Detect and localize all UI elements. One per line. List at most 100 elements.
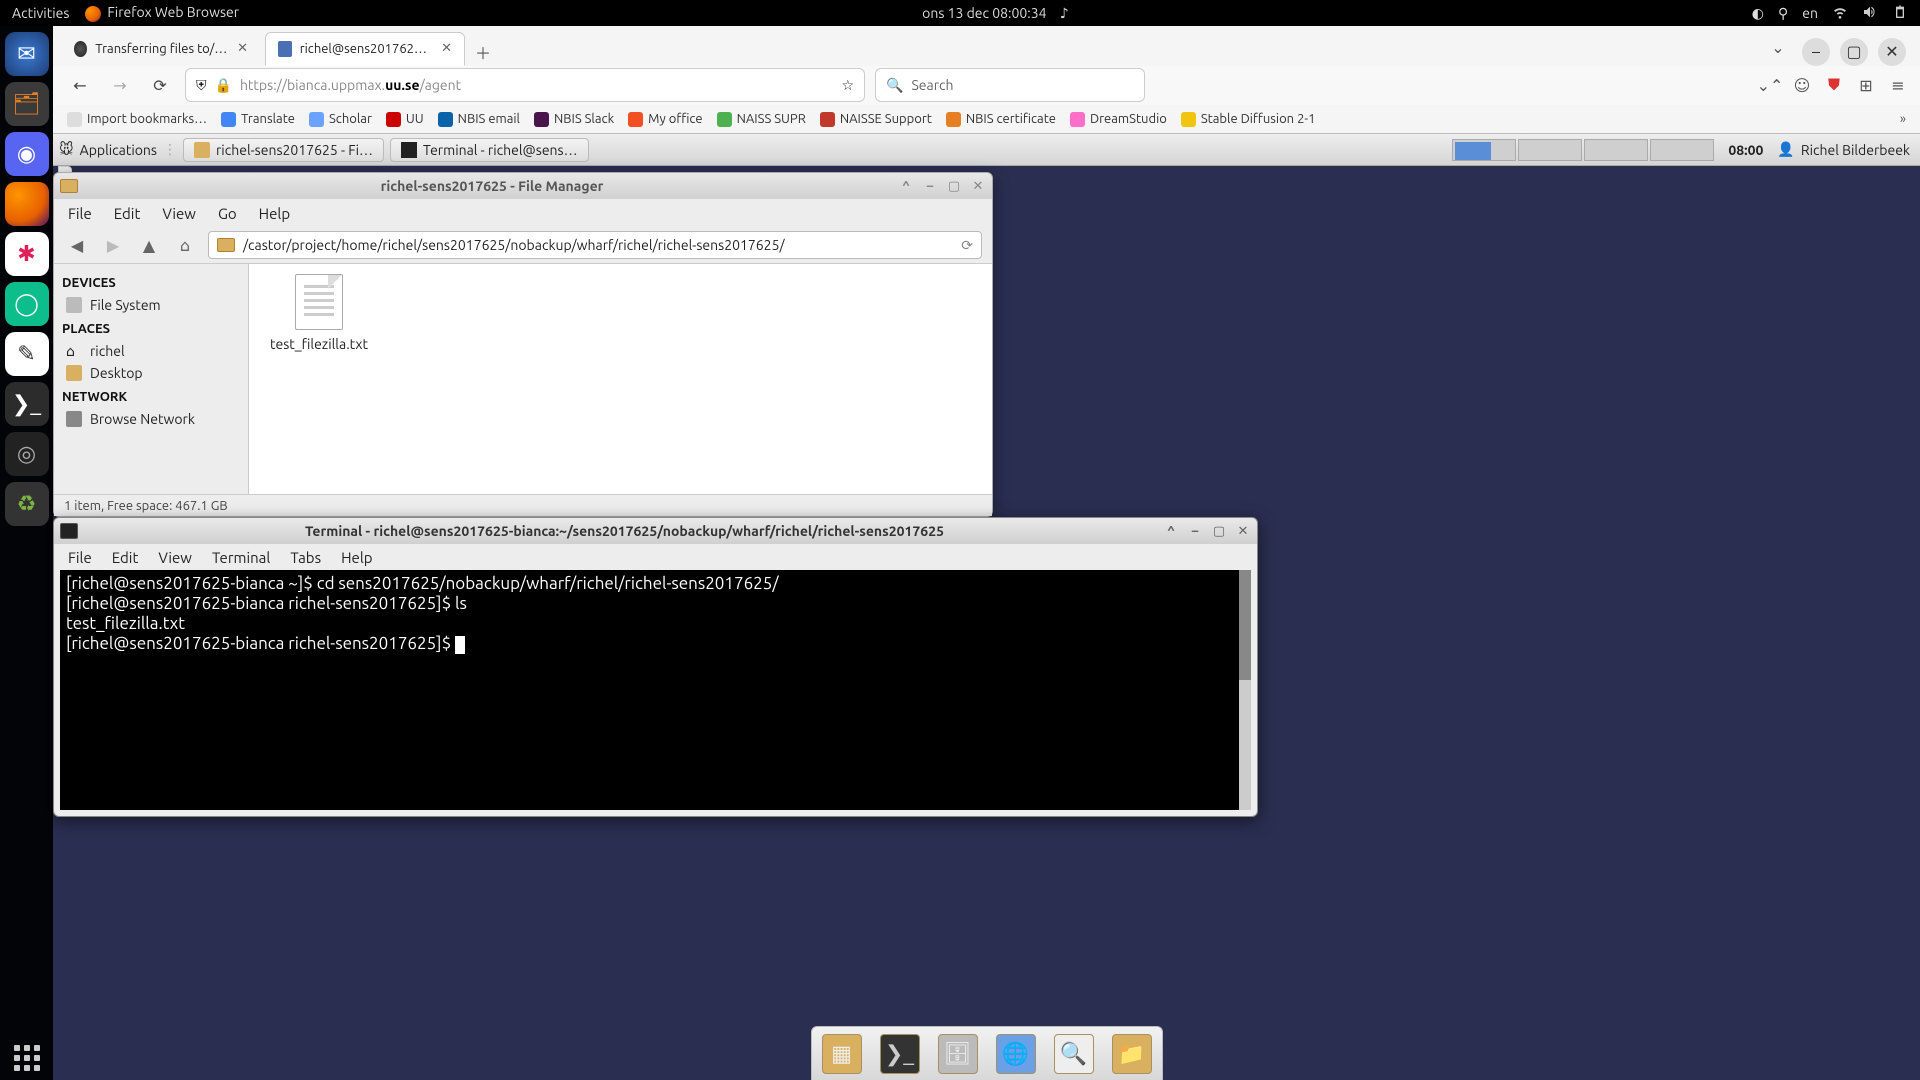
account-icon[interactable]: ☺ bbox=[1792, 75, 1812, 95]
menu-help[interactable]: Help bbox=[259, 205, 290, 222]
bm-naisssupr[interactable]: NAISS SUPR bbox=[717, 112, 806, 127]
clock[interactable]: ons 13 dec 08:00:34 bbox=[922, 5, 1046, 21]
bdock-desktop-icon[interactable]: ▦ bbox=[822, 1034, 862, 1074]
wifi-icon[interactable] bbox=[1832, 4, 1848, 23]
dock-discord-icon[interactable]: ◉ bbox=[5, 132, 49, 176]
file-item[interactable]: test_filezilla.txt bbox=[259, 274, 379, 352]
nav-up-icon[interactable]: ▲ bbox=[136, 232, 162, 258]
side-desktop[interactable]: Desktop bbox=[62, 362, 240, 384]
ublock-icon[interactable]: ⛊ bbox=[1824, 75, 1844, 95]
maximize-button[interactable]: ▢ bbox=[946, 178, 962, 194]
user-name[interactable]: Richel Bilderbeek bbox=[1801, 142, 1910, 158]
bm-dreamstudio[interactable]: DreamStudio bbox=[1070, 112, 1167, 127]
menu-file[interactable]: File bbox=[68, 205, 92, 222]
bm-stablediffusion[interactable]: Stable Diffusion 2-1 bbox=[1181, 112, 1316, 127]
notification-bell-icon[interactable]: ♪ bbox=[1060, 5, 1069, 21]
bdock-home-icon[interactable]: 📁 bbox=[1112, 1034, 1152, 1074]
bm-myoffice[interactable]: My office bbox=[628, 112, 702, 127]
minimize-button[interactable]: – bbox=[922, 178, 938, 194]
activities-button[interactable]: Activities bbox=[12, 5, 69, 21]
dock-texteditor-icon[interactable]: ✎ bbox=[5, 332, 49, 376]
bm-translate[interactable]: Translate bbox=[221, 112, 295, 127]
bdock-browser-icon[interactable]: 🌐 bbox=[996, 1034, 1036, 1074]
new-tab-button[interactable]: ＋ bbox=[469, 38, 497, 66]
shield-icon[interactable]: ⛨ bbox=[196, 77, 207, 94]
close-button[interactable]: ✕ bbox=[970, 178, 986, 194]
bm-nbisslack[interactable]: NBIS Slack bbox=[534, 112, 614, 127]
keep-above-icon[interactable]: ^ bbox=[1163, 523, 1179, 539]
workspace-4[interactable] bbox=[1650, 139, 1714, 161]
menu-help[interactable]: Help bbox=[341, 549, 372, 566]
bm-naissesupport[interactable]: NAISSE Support bbox=[820, 112, 932, 127]
url-bar[interactable]: ⛨ 🔒 https://bianca.uppmax.uu.se/agent ☆ bbox=[185, 68, 865, 102]
dock-trash-icon[interactable]: ♻ bbox=[5, 482, 49, 526]
battery-icon[interactable] bbox=[1892, 4, 1908, 23]
back-button[interactable]: ← bbox=[65, 70, 95, 100]
lock-icon[interactable]: 🔒 bbox=[215, 77, 232, 94]
term-titlebar[interactable]: Terminal - richel@sens2017625-bianca:~/s… bbox=[54, 518, 1257, 544]
workspace-switcher[interactable] bbox=[1452, 139, 1714, 161]
side-browse-network[interactable]: Browse Network bbox=[62, 408, 240, 430]
keyboard-lang[interactable]: en bbox=[1802, 5, 1818, 21]
side-filesystem[interactable]: File System bbox=[62, 294, 240, 316]
close-button[interactable]: ✕ bbox=[1878, 38, 1906, 66]
dock-thunderbird-icon[interactable]: ✉ bbox=[5, 32, 49, 76]
dock-slack-icon[interactable]: ✱ bbox=[5, 232, 49, 276]
applications-menu[interactable]: Applications bbox=[80, 142, 157, 158]
path-bar[interactable]: /castor/project/home/richel/sens2017625/… bbox=[208, 231, 982, 259]
minimize-button[interactable]: – bbox=[1187, 523, 1203, 539]
search-bar[interactable]: 🔍 Search bbox=[875, 68, 1145, 102]
menu-view[interactable]: View bbox=[162, 205, 196, 222]
night-light-icon[interactable]: ◐ bbox=[1752, 5, 1764, 22]
bookmarks-overflow-icon[interactable]: » bbox=[1900, 112, 1906, 126]
accessibility-icon[interactable]: ⚲ bbox=[1778, 5, 1788, 22]
dock-terminal-icon[interactable]: ❯_ bbox=[5, 382, 49, 426]
tab-bianca[interactable]: richel@sens2017625-bia… ✕ bbox=[265, 32, 465, 66]
nav-home-icon[interactable]: ⌂ bbox=[172, 232, 198, 258]
workspace-3[interactable] bbox=[1584, 139, 1648, 161]
tab-transferring[interactable]: Transferring files to/from… ✕ bbox=[61, 32, 261, 66]
dock-element-icon[interactable]: ◯ bbox=[5, 282, 49, 326]
workspace-1[interactable] bbox=[1452, 139, 1516, 161]
bm-nbiscert[interactable]: NBIS certificate bbox=[946, 112, 1056, 127]
fm-titlebar[interactable]: richel-sens2017625 - File Manager ^ – ▢ … bbox=[54, 173, 992, 199]
dock-files-icon[interactable]: 🗂 bbox=[5, 82, 49, 126]
reload-button[interactable]: ⟳ bbox=[145, 70, 175, 100]
menu-terminal[interactable]: Terminal bbox=[212, 549, 270, 566]
extensions-icon[interactable]: ⊞ bbox=[1856, 75, 1876, 95]
current-app[interactable]: Firefox Web Browser bbox=[85, 4, 239, 21]
path-refresh-icon[interactable]: ⟳ bbox=[961, 237, 973, 254]
terminal-content[interactable]: [richel@sens2017625-bianca ~]$ cd sens20… bbox=[60, 570, 1251, 810]
minimize-button[interactable]: – bbox=[1802, 38, 1830, 66]
menu-edit[interactable]: Edit bbox=[114, 205, 141, 222]
task-filemanager[interactable]: richel-sens2017625 - Fi… bbox=[183, 138, 384, 162]
menu-edit[interactable]: Edit bbox=[112, 549, 139, 566]
side-home[interactable]: ⌂richel bbox=[62, 340, 240, 362]
xfce-mouse-icon[interactable]: 🐭 bbox=[59, 141, 74, 158]
dock-obs-icon[interactable]: ◎ bbox=[5, 432, 49, 476]
hamburger-menu-icon[interactable]: ≡ bbox=[1888, 75, 1908, 95]
bdock-search-icon[interactable]: 🔍 bbox=[1054, 1034, 1094, 1074]
maximize-button[interactable]: ▢ bbox=[1211, 523, 1227, 539]
bm-nbisemail[interactable]: NBIS email bbox=[438, 112, 520, 127]
user-menu-icon[interactable]: 👤 bbox=[1777, 141, 1794, 158]
tab-list-button[interactable]: ⌄ bbox=[1764, 38, 1792, 66]
bdock-terminal-icon[interactable]: ❯_ bbox=[880, 1034, 920, 1074]
pocket-icon[interactable]: ⌄⌃ bbox=[1760, 75, 1780, 95]
bdock-filemanager-icon[interactable]: 🗄 bbox=[938, 1034, 978, 1074]
menu-view[interactable]: View bbox=[158, 549, 192, 566]
volume-icon[interactable] bbox=[1862, 4, 1878, 23]
menu-file[interactable]: File bbox=[68, 549, 92, 566]
workspace-2[interactable] bbox=[1518, 139, 1582, 161]
nav-forward-icon[interactable]: ▶ bbox=[100, 232, 126, 258]
bm-import[interactable]: Import bookmarks… bbox=[67, 112, 207, 127]
scrollbar-thumb[interactable] bbox=[1239, 570, 1251, 680]
maximize-button[interactable]: ▢ bbox=[1840, 38, 1868, 66]
xfce-clock[interactable]: 08:00 bbox=[1728, 142, 1763, 158]
close-icon[interactable]: ✕ bbox=[237, 41, 248, 56]
bm-scholar[interactable]: Scholar bbox=[309, 112, 372, 127]
fm-content-area[interactable]: test_filezilla.txt bbox=[249, 264, 992, 494]
menu-tabs[interactable]: Tabs bbox=[290, 549, 321, 566]
dock-apps-button[interactable] bbox=[5, 1036, 49, 1080]
menu-go[interactable]: Go bbox=[218, 205, 237, 222]
